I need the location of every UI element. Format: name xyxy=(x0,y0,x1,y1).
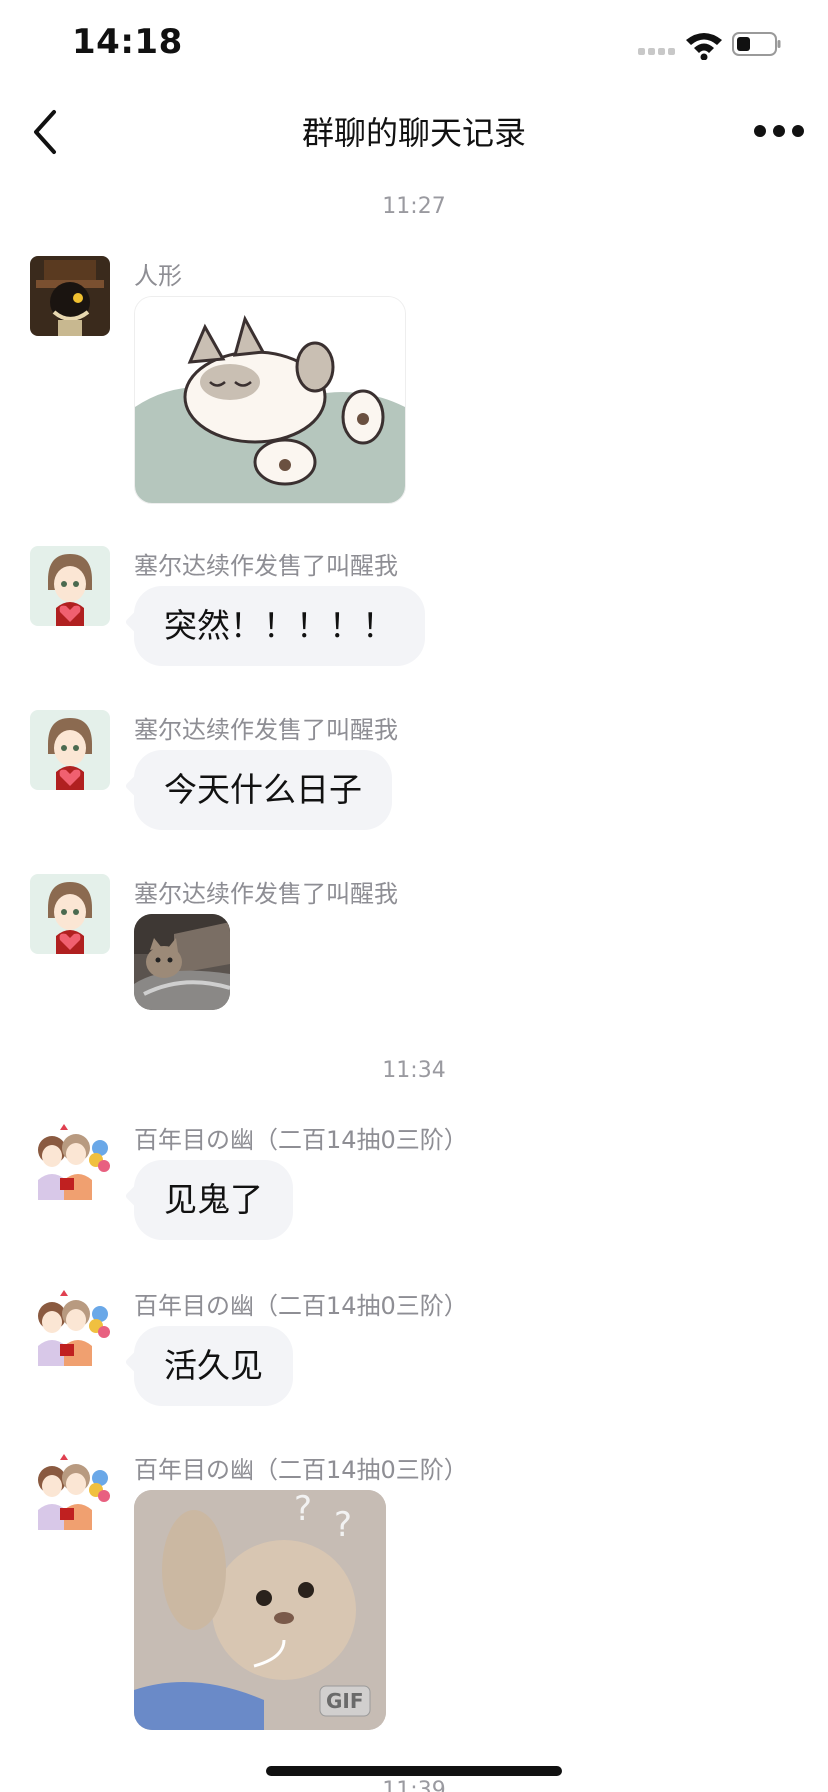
svg-text:?: ? xyxy=(294,1490,312,1529)
sender-name: 塞尔达续作发售了叫醒我 xyxy=(134,880,398,908)
sender-name: 人形 xyxy=(134,262,182,290)
avatar[interactable] xyxy=(30,1450,110,1530)
avatar[interactable] xyxy=(30,546,110,626)
timestamp-separator: 11:39 xyxy=(382,1778,446,1792)
cat-gif-image[interactable]: ? ? GIF xyxy=(134,1490,386,1730)
message-item: 百年目の幽（二百14抽0三阶） ? ? GIF xyxy=(30,1450,790,1750)
home-indicator[interactable] xyxy=(266,1766,562,1776)
timestamp-separator: 11:27 xyxy=(382,194,446,219)
cat-photo-image[interactable] xyxy=(134,914,230,1010)
avatar[interactable] xyxy=(30,874,110,954)
avatar[interactable] xyxy=(30,1286,110,1366)
sender-name: 塞尔达续作发售了叫醒我 xyxy=(134,552,398,580)
page-title: 群聊的聊天记录 xyxy=(301,114,526,152)
sender-name: 百年目の幽（二百14抽0三阶） xyxy=(134,1126,468,1154)
message-item: 塞尔达续作发售了叫醒我 突然！！！！！ xyxy=(30,546,790,676)
message-item: 塞尔达续作发售了叫醒我 今天什么日子 xyxy=(30,710,790,840)
battery-icon xyxy=(732,32,781,56)
navigation-bar: 群聊的聊天记录 xyxy=(0,90,828,174)
cat-sticker-image[interactable] xyxy=(134,296,406,504)
message-item: 百年目の幽（二百14抽0三阶） 活久见 xyxy=(30,1286,790,1416)
more-options-icon[interactable] xyxy=(752,116,806,146)
message-bubble[interactable]: 活久见 xyxy=(134,1326,293,1406)
chat-history-screen: 14:18 群聊的聊天记录 11:27 人形 塞尔达续作发售了叫醒我 突然！！！… xyxy=(0,0,828,1792)
message-item: 塞尔达续作发售了叫醒我 xyxy=(30,874,790,1024)
avatar[interactable] xyxy=(30,256,110,336)
gif-badge: GIF xyxy=(326,1689,364,1713)
sender-name: 百年目の幽（二百14抽0三阶） xyxy=(134,1292,468,1320)
status-time: 14:18 xyxy=(72,22,183,62)
timestamp-separator: 11:34 xyxy=(382,1058,446,1083)
message-bubble[interactable]: 见鬼了 xyxy=(134,1160,293,1240)
message-bubble[interactable]: 突然！！！！！ xyxy=(134,586,425,666)
sender-name: 塞尔达续作发售了叫醒我 xyxy=(134,716,398,744)
message-item: 人形 xyxy=(30,256,790,516)
status-bar: 14:18 xyxy=(0,0,828,90)
sender-name: 百年目の幽（二百14抽0三阶） xyxy=(134,1456,468,1484)
svg-text:?: ? xyxy=(334,1505,352,1545)
wifi-icon xyxy=(686,33,722,60)
message-item: 百年目の幽（二百14抽0三阶） 见鬼了 xyxy=(30,1120,790,1250)
cellular-signal-icon xyxy=(638,48,676,58)
avatar[interactable] xyxy=(30,710,110,790)
message-bubble[interactable]: 今天什么日子 xyxy=(134,750,392,830)
avatar[interactable] xyxy=(30,1120,110,1200)
